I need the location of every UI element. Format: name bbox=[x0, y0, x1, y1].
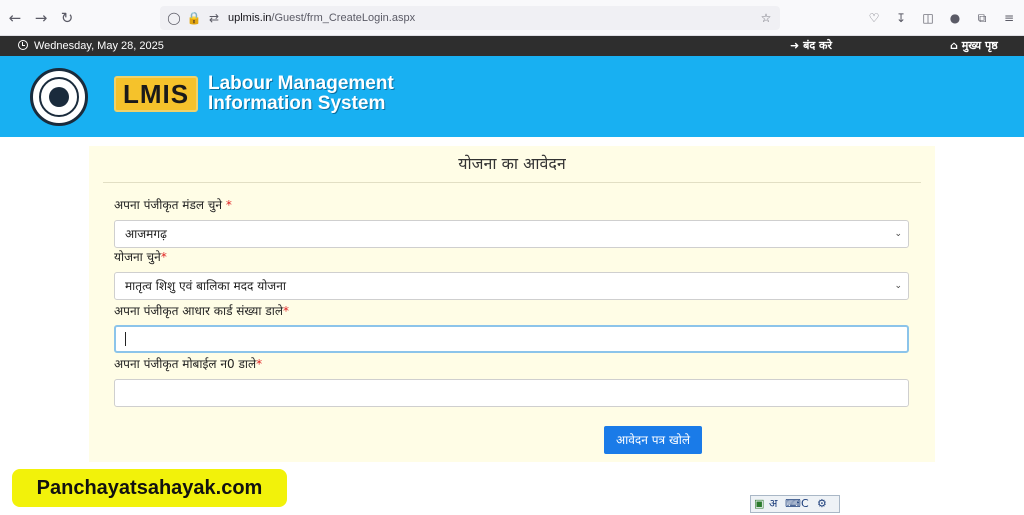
mandal-selected-value: आजमगढ़ bbox=[125, 227, 167, 241]
reload-icon[interactable]: ↻ bbox=[58, 9, 76, 27]
account-icon[interactable]: ● bbox=[947, 10, 963, 26]
mandal-label: अपना पंजीकृत मंडल चुने * bbox=[114, 198, 232, 212]
scheme-label: योजना चुने* bbox=[114, 250, 167, 264]
ime-c-button[interactable]: C bbox=[801, 496, 809, 512]
home-icon: ⌂ bbox=[950, 39, 958, 52]
mandal-select[interactable]: आजमगढ़ ⌄ bbox=[114, 220, 909, 248]
date-display: Wednesday, May 28, 2025 bbox=[18, 38, 164, 54]
chevron-down-icon: ⌄ bbox=[894, 229, 902, 239]
mobile-input[interactable] bbox=[114, 379, 909, 407]
address-bar[interactable]: ◯ 🔒 ⇄ uplmis.in/Guest/frm_CreateLogin.as… bbox=[160, 6, 780, 30]
download-icon[interactable]: ↧ bbox=[893, 10, 909, 26]
clock-icon bbox=[18, 40, 28, 50]
date-text: Wednesday, May 28, 2025 bbox=[34, 40, 164, 52]
sidebar-icon[interactable]: ◫ bbox=[920, 10, 936, 26]
top-info-bar: Wednesday, May 28, 2025 ➜ बंद करे ⌂ मुख्… bbox=[0, 36, 1024, 56]
required-mark: * bbox=[282, 304, 289, 318]
logout-label: बंद करे bbox=[803, 39, 832, 52]
ime-language-widget[interactable]: ▣ अ ⌨ C ⚙ bbox=[750, 495, 840, 513]
text-caret bbox=[125, 332, 126, 346]
scheme-selected-value: मातृत्व शिशु एवं बालिका मदद योजना bbox=[125, 279, 286, 293]
brand-line-1: Labour Management bbox=[208, 73, 394, 94]
gear-icon[interactable]: ⚙ bbox=[817, 496, 827, 512]
browser-toolbar: ← → ↻ ◯ 🔒 ⇄ uplmis.in/Guest/frm_CreateLo… bbox=[0, 0, 1024, 36]
mobile-label: अपना पंजीकृत मोबाईल न0 डाले* bbox=[114, 357, 263, 371]
required-mark: * bbox=[225, 198, 232, 212]
url-text[interactable]: uplmis.in/Guest/frm_CreateLogin.aspx bbox=[228, 10, 415, 26]
home-link[interactable]: ⌂ मुख्य पृष्ठ bbox=[950, 38, 998, 54]
shield-icon[interactable]: ◯ bbox=[166, 10, 182, 26]
ime-logo-icon: ▣ bbox=[754, 497, 765, 510]
bookmark-star-icon[interactable]: ☆ bbox=[758, 10, 774, 26]
open-application-button[interactable]: आवेदन पत्र खोले bbox=[604, 426, 702, 454]
sign-out-icon: ➜ bbox=[790, 39, 800, 52]
state-emblem-logo bbox=[30, 68, 88, 126]
application-form-panel: योजना का आवेदन अपना पंजीकृत मंडल चुने * … bbox=[89, 146, 935, 462]
required-mark: * bbox=[160, 250, 167, 264]
lmis-logo: LMIS bbox=[114, 76, 198, 112]
back-icon[interactable]: ← bbox=[6, 9, 24, 27]
chevron-down-icon: ⌄ bbox=[894, 281, 902, 291]
home-label: मुख्य पृष्ठ bbox=[961, 39, 998, 52]
watermark-banner: Panchayatsahayak.com bbox=[12, 469, 287, 507]
extensions-icon[interactable]: ⧉ bbox=[974, 10, 990, 26]
title-divider bbox=[103, 182, 921, 183]
menu-icon[interactable]: ≡ bbox=[1001, 10, 1017, 26]
aadhaar-input[interactable] bbox=[114, 325, 909, 353]
aadhaar-label: अपना पंजीकृत आधार कार्ड संख्या डाले* bbox=[114, 304, 289, 318]
permissions-icon[interactable]: ⇄ bbox=[206, 10, 222, 26]
forward-icon[interactable]: → bbox=[32, 9, 50, 27]
site-header: LMIS Labour Management Information Syste… bbox=[0, 56, 1024, 137]
scheme-select[interactable]: मातृत्व शिशु एवं बालिका मदद योजना ⌄ bbox=[114, 272, 909, 300]
form-title: योजना का आवेदन bbox=[458, 154, 566, 173]
keyboard-icon[interactable]: ⌨ bbox=[785, 496, 801, 512]
logout-link[interactable]: ➜ बंद करे bbox=[790, 38, 832, 54]
site-brand-title: Labour Management Information System bbox=[208, 74, 394, 114]
lock-icon[interactable]: 🔒 bbox=[186, 10, 202, 26]
ime-lang-toggle[interactable]: अ bbox=[769, 496, 777, 512]
required-mark: * bbox=[256, 357, 263, 371]
pocket-icon[interactable]: ♡ bbox=[866, 10, 882, 26]
brand-line-2: Information System bbox=[208, 93, 386, 114]
